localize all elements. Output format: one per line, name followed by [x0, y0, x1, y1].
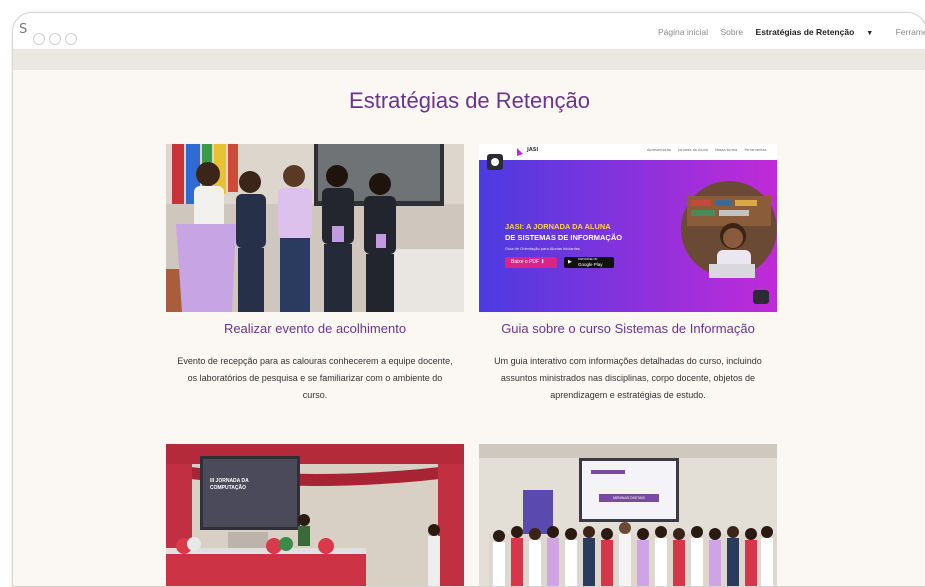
card-description-welcome-event: Evento de recepção para as calouras conh…	[161, 353, 469, 404]
nav-item-home[interactable]: Página inicial	[658, 27, 708, 37]
description-line: assuntos ministrados nas disciplinas, co…	[500, 373, 756, 383]
jasi-nav-item[interactable]: Apresentação	[647, 148, 671, 152]
nav-item-tools[interactable]: Ferramentas U	[896, 27, 925, 37]
download-pdf-label: Baixe o PDF	[511, 259, 540, 265]
window-controls	[33, 33, 77, 45]
page-title: Estratégias de Retenção	[349, 88, 590, 113]
description-line: Evento de recepção para as calouras conh…	[177, 356, 453, 366]
jasi-headline-rest: DE SISTEMAS DE INFORMAÇÃO	[505, 233, 623, 242]
site-logo[interactable]: S	[19, 22, 27, 37]
site-header: S Página inicial Sobre Estratégias de Re…	[13, 13, 925, 50]
window-minimize-button[interactable]	[49, 33, 61, 45]
jasi-preview-nav: Apresentação Jornada da Aluna Nossa turm…	[647, 148, 767, 152]
card-title-course-guide[interactable]: Guia sobre o curso Sistemas de Informaçã…	[479, 321, 777, 336]
jasi-nav-item[interactable]: Nossa turma	[715, 148, 737, 152]
card-description-course-guide: Um guia interativo com informações detal…	[474, 353, 782, 404]
play-store-icon: ▶	[568, 259, 572, 265]
jasi-nav-item[interactable]: Ferramentas	[744, 148, 766, 152]
window-maximize-button[interactable]	[65, 33, 77, 45]
card-image-welcome-event	[166, 144, 464, 312]
description-line: Um guia interativo com informações detal…	[494, 356, 762, 366]
nav-item-retention[interactable]: Estratégias de Retenção ▼	[756, 27, 884, 37]
window-close-button[interactable]	[33, 33, 45, 45]
header-divider-strip	[13, 50, 925, 70]
card-image-computing-event: III JORNADA DA COMPUTAÇÃO	[166, 444, 464, 586]
description-line: curso.	[302, 390, 328, 400]
main-nav: Página inicial Sobre Estratégias de Rete…	[658, 27, 925, 37]
jasi-headline-accent: JASI: A JORNADA DA ALUNA	[505, 222, 611, 231]
nav-item-about[interactable]: Sobre	[720, 27, 743, 37]
description-line: os laboratórios de pesquisa e se familia…	[187, 373, 443, 383]
jasi-nav-item[interactable]: Jornada da Aluna	[678, 148, 708, 152]
card-image-group-photo: MENINAS DIGITAIS	[479, 444, 777, 586]
chevron-down-icon: ▼	[866, 30, 874, 37]
description-line: aprendizagem e estratégias de estudo.	[550, 390, 706, 400]
jasi-brand: JASI	[527, 147, 539, 153]
welcome-event-photo	[166, 144, 464, 312]
card-image-jasi-guide: JASI Apresentação Jornada da Aluna Nossa…	[479, 144, 777, 312]
download-icon: ⬇	[540, 259, 545, 265]
computing-event-photo	[166, 444, 464, 586]
card-title-welcome-event[interactable]: Realizar evento de acolhimento	[166, 321, 464, 336]
google-play-button[interactable]: ▶ DISPONÍVEL NO Google Play	[564, 257, 614, 268]
group-screen-text: MENINAS DIGITAIS	[613, 496, 645, 500]
store-big-label: Google Play	[578, 261, 603, 267]
download-pdf-button[interactable]: Baixe o PDF ⬇	[505, 257, 557, 268]
group-photo	[479, 444, 777, 586]
browser-window: S Página inicial Sobre Estratégias de Re…	[12, 12, 925, 587]
jornada-banner-text: III JORNADA DA COMPUTAÇÃO	[210, 478, 249, 491]
nav-item-retention-label: Estratégias de Retenção	[755, 27, 855, 37]
jasi-subtitle: Guia de Orientação para Alunas Iniciante…	[505, 246, 580, 251]
